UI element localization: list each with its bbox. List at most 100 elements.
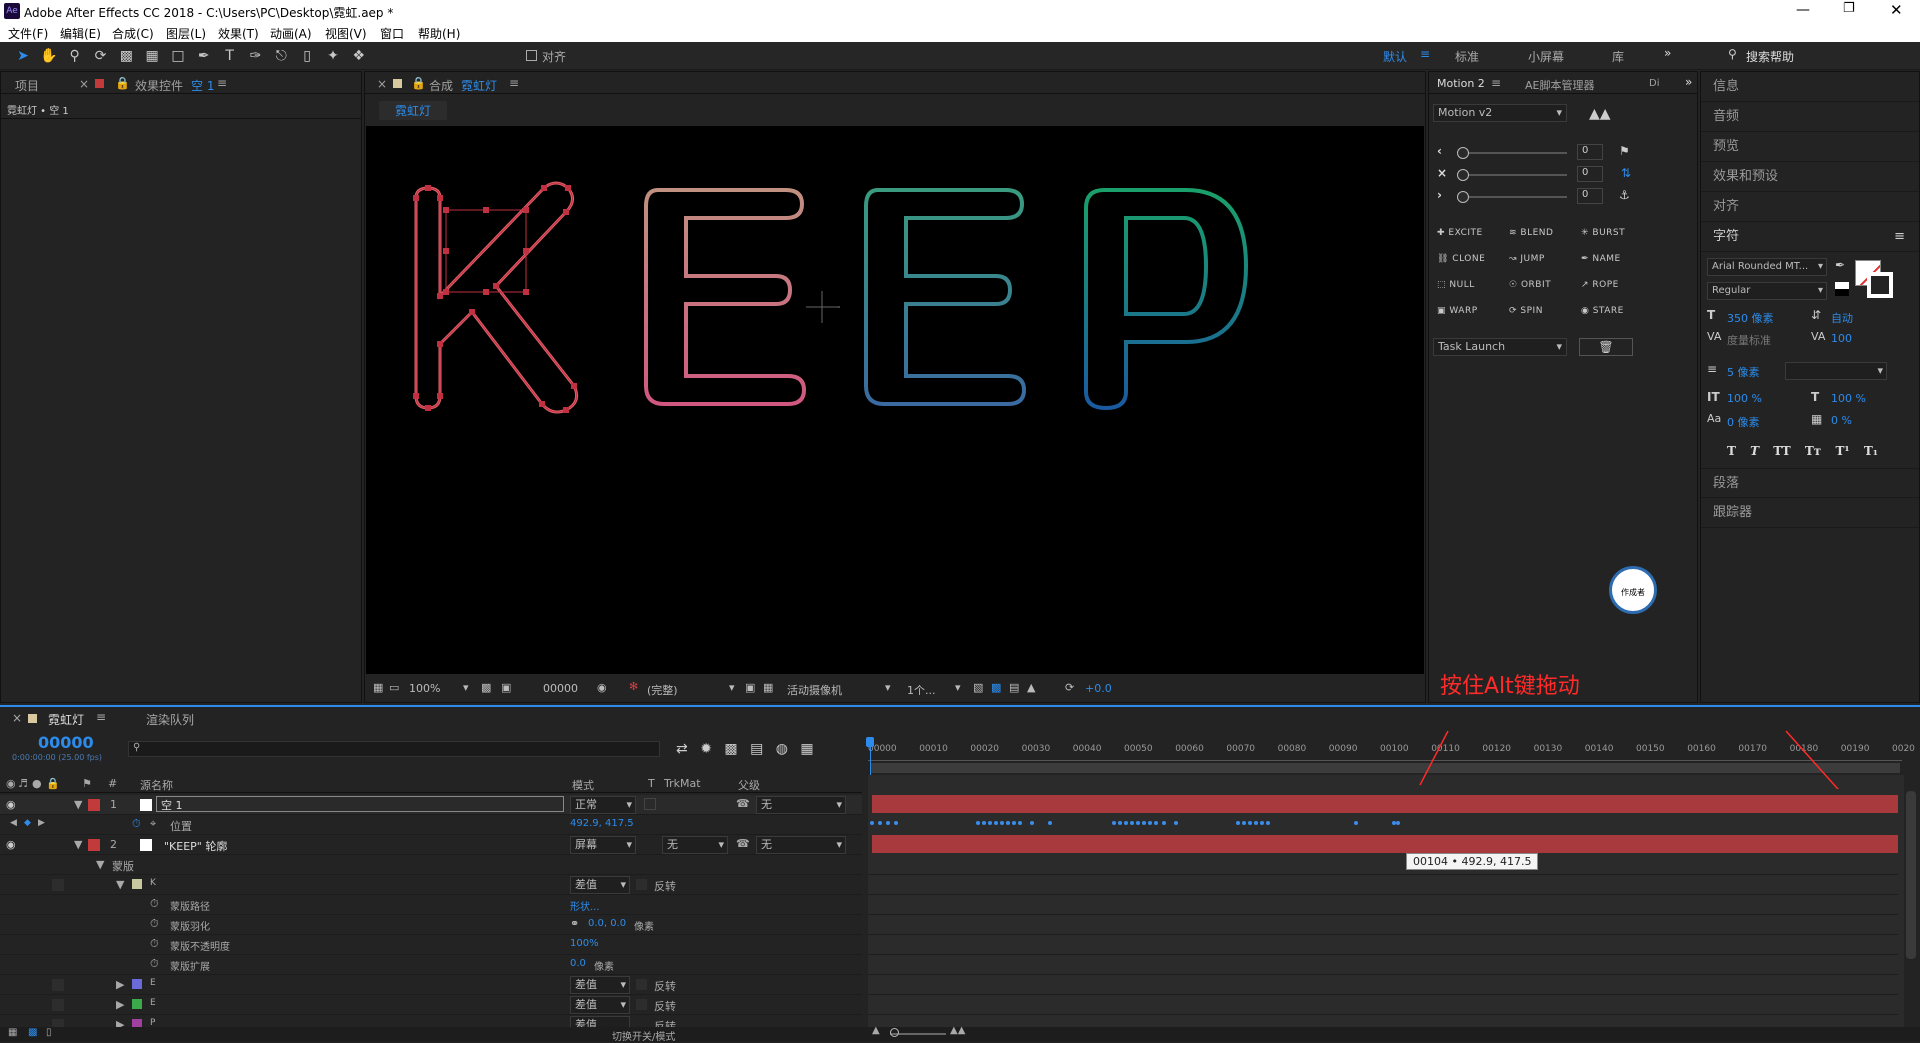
null-button[interactable]: ⬚ NULL	[1437, 280, 1475, 290]
property-value[interactable]: 100%	[570, 938, 599, 949]
timeline-tab-comp[interactable]: 霓虹灯	[48, 711, 84, 728]
layer2-bar[interactable]	[872, 835, 1898, 853]
stroke-width-value[interactable]: 5 像素	[1727, 364, 1760, 380]
keyframe-dot[interactable]	[1030, 821, 1034, 825]
layer-row[interactable]: ◉ ▼ 2 "KEEP" 轮廓 屏幕 ▾ 无 ▾ ☎ 无 ▾	[0, 835, 862, 855]
masks-group-row[interactable]: ▼ 蒙版	[0, 855, 862, 875]
expand-triangle-icon[interactable]: ▼	[96, 858, 104, 871]
selection-tool-icon[interactable]: ➤	[12, 45, 34, 67]
ease-in-slider[interactable]	[1459, 152, 1567, 154]
property-value[interactable]: 0.0, 0.0	[588, 918, 626, 929]
resolution-dropdown[interactable]: (完整)	[647, 682, 678, 698]
ease-in-value[interactable]: 0	[1577, 144, 1603, 160]
keyframe-dot[interactable]	[1000, 821, 1004, 825]
keyframe-dot[interactable]	[1112, 821, 1116, 825]
keyframe-dot[interactable]	[988, 821, 992, 825]
close-icon[interactable]: ×	[79, 77, 89, 91]
zoom-in-icon[interactable]: ▲▲	[950, 1025, 965, 1036]
invert-checkbox[interactable]	[636, 979, 647, 990]
eraser-tool-icon[interactable]: ▯	[296, 45, 318, 67]
keyframe-dot[interactable]	[1124, 821, 1128, 825]
constrain-link-icon[interactable]: ⚭	[570, 917, 579, 930]
panel-menu-icon[interactable]: ≡	[217, 76, 227, 90]
brush-tool-icon[interactable]: ✑	[244, 45, 266, 67]
keyframe-dot[interactable]	[982, 821, 986, 825]
layer-mode-select[interactable]: 正常 ▾	[570, 796, 636, 814]
keyframe-dot[interactable]	[1248, 821, 1252, 825]
paragraph-panel-item[interactable]: 段落	[1701, 468, 1919, 498]
tab-project[interactable]: 项目	[15, 77, 39, 94]
minimize-icon[interactable]: —	[1796, 2, 1810, 18]
workspace-menu-icon[interactable]: ≡	[1420, 47, 1430, 61]
camera-dropdown[interactable]: 活动摄像机	[787, 682, 842, 698]
panel-menu-icon[interactable]: ≡	[1491, 76, 1501, 90]
pickwhip-icon[interactable]: ☎	[736, 837, 750, 850]
ease-both-slider[interactable]	[1459, 174, 1567, 176]
keyframe-dot[interactable]	[1148, 821, 1152, 825]
label-color-swatch[interactable]	[88, 839, 100, 851]
tracking-value[interactable]: 100	[1831, 332, 1852, 345]
mask-visibility-icon[interactable]: ▣	[501, 681, 511, 694]
close-icon[interactable]: ✕	[1890, 1, 1903, 19]
workspace-default[interactable]: 默认	[1383, 48, 1407, 65]
mask-color-swatch[interactable]	[132, 879, 142, 889]
monitor-icon[interactable]: ▭	[389, 681, 399, 694]
hand-tool-icon[interactable]: ✋	[38, 45, 60, 67]
clone-stamp-tool-icon[interactable]: ⎋	[270, 45, 292, 67]
parent-select[interactable]: 无 ▾	[756, 836, 846, 854]
name-button[interactable]: ✒ NAME	[1581, 254, 1621, 264]
layer-search-input[interactable]: ⚲	[128, 741, 660, 757]
toggle-switches-modes-button[interactable]: 切换开关/模式	[612, 1028, 675, 1043]
property-value[interactable]: 形状...	[570, 898, 600, 913]
mountain-icon[interactable]: ▲▲	[1589, 106, 1611, 122]
menu-layer[interactable]: 图层(L)	[166, 25, 206, 42]
font-size-value[interactable]: 350 像素	[1727, 310, 1774, 326]
faux-italic-icon[interactable]: T	[1750, 444, 1759, 458]
solo-box[interactable]	[52, 879, 64, 891]
draft-3d-icon[interactable]: ✹	[700, 741, 712, 757]
eyedropper-icon[interactable]: ✒	[1835, 258, 1845, 272]
warp-button[interactable]: ▣ WARP	[1437, 306, 1478, 316]
always-preview-icon[interactable]: ▦	[373, 681, 383, 694]
keyframe-dot[interactable]	[886, 821, 890, 825]
keyframe-dot[interactable]	[1396, 821, 1400, 825]
workspace-library[interactable]: 库	[1612, 48, 1624, 65]
mode-header[interactable]: 模式	[572, 777, 594, 793]
trkmat-box[interactable]	[644, 798, 656, 810]
keyframe-dot[interactable]	[894, 821, 898, 825]
clone-button[interactable]: ⛓ CLONE	[1437, 254, 1485, 264]
source-name-header[interactable]: 源名称	[140, 777, 173, 793]
burst-button[interactable]: ✳ BURST	[1581, 228, 1625, 238]
zoom-dropdown[interactable]: 100%	[409, 682, 440, 695]
switches-toggle-icon[interactable]: ▯	[46, 1027, 52, 1038]
keyframe-dot[interactable]	[1118, 821, 1122, 825]
expand-triangle-icon[interactable]: ▼	[74, 798, 82, 811]
pan-behind-tool-icon[interactable]: ▦	[141, 45, 163, 67]
panel-menu-icon[interactable]: ≡	[96, 710, 106, 724]
subscript-icon[interactable]: T₁	[1864, 444, 1878, 458]
task-launch-select[interactable]: Task Launch ▾	[1433, 338, 1567, 356]
roi-icon[interactable]: ▣	[745, 681, 755, 694]
mask-name[interactable]: E	[150, 998, 156, 1008]
graph-editor-icon[interactable]: ▦	[800, 741, 813, 757]
frame-blending-icon[interactable]: ▤	[750, 741, 763, 757]
keyframe-dot[interactable]	[1162, 821, 1166, 825]
mask-row[interactable]: ▼ K 差值 ▾ 反转	[0, 875, 862, 895]
keyframe-dot[interactable]	[1242, 821, 1246, 825]
lock-icon[interactable]: 🔒	[411, 76, 426, 90]
parent-header[interactable]: 父级	[738, 777, 760, 793]
tab-script-manager[interactable]: AE脚本管理器	[1525, 77, 1594, 93]
composition-mini-flowchart-icon[interactable]: ⇄	[676, 741, 688, 757]
faux-bold-icon[interactable]: T	[1727, 444, 1736, 458]
leading-value[interactable]: 自动	[1831, 310, 1853, 326]
black-swatch[interactable]	[1835, 282, 1849, 296]
effects-presets-item[interactable]: 效果和预设	[1701, 162, 1919, 192]
motion-preset-select[interactable]: Motion v2 ▾	[1433, 104, 1567, 122]
anchor-icon[interactable]: ⚓	[1619, 188, 1630, 202]
keyframe-dot[interactable]	[1354, 821, 1358, 825]
property-value[interactable]: 492.9, 417.5	[570, 818, 634, 829]
keyframe-dot[interactable]	[1254, 821, 1258, 825]
color-channels-icon[interactable]: ✻	[629, 680, 638, 693]
keyframe-dot[interactable]	[1006, 821, 1010, 825]
stare-button[interactable]: ◉ STARE	[1581, 306, 1624, 316]
